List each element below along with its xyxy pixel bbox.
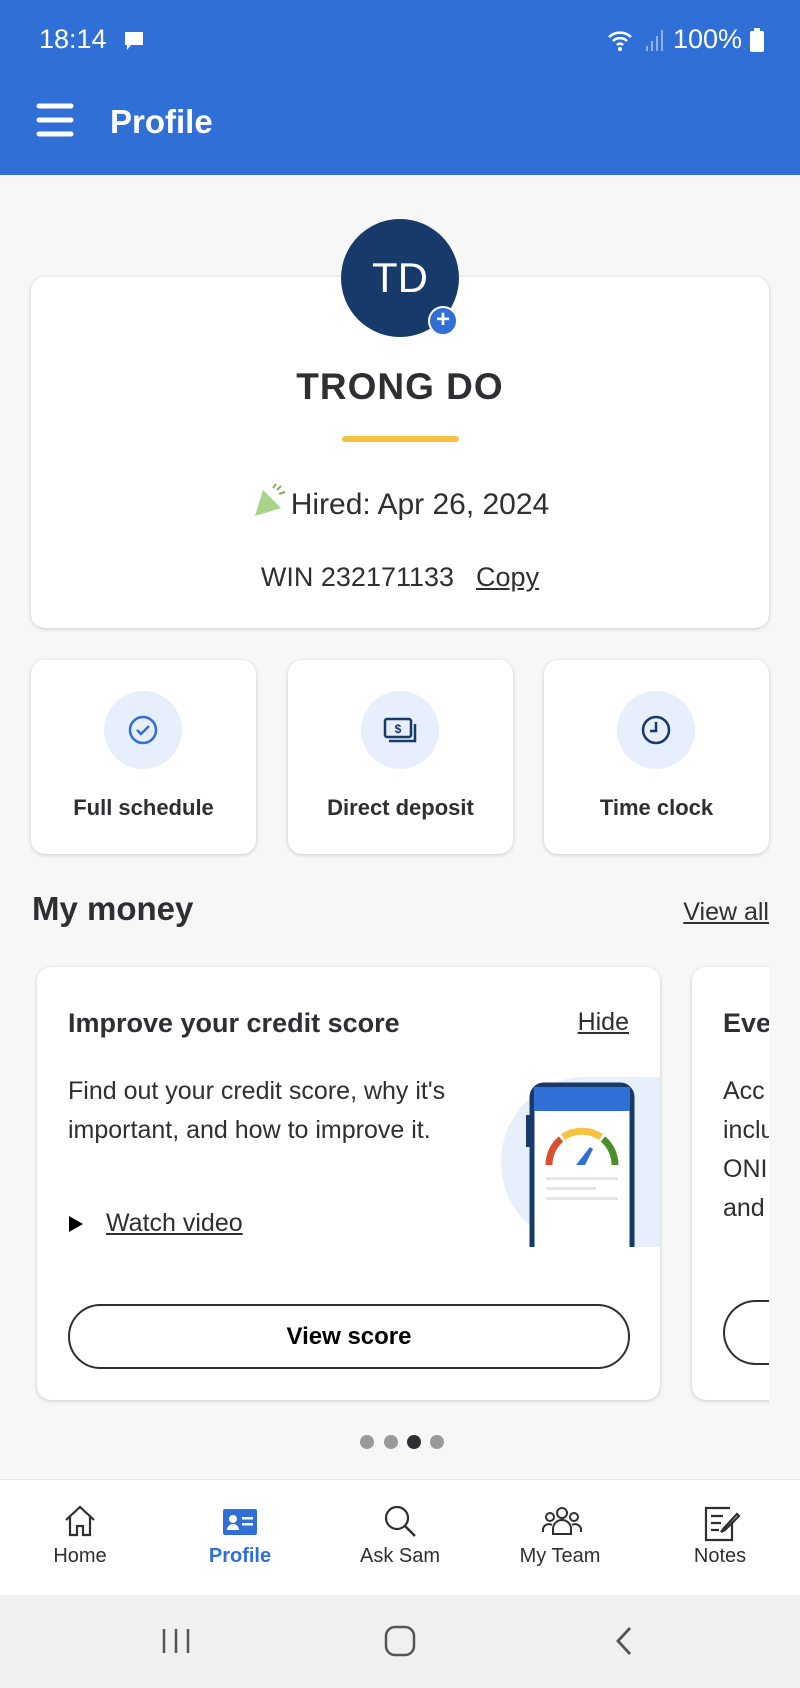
back-icon[interactable] — [612, 1625, 636, 1657]
money-icon: $ — [383, 717, 417, 743]
app-header: 18:14 100% Profile — [0, 0, 800, 175]
win-number: WIN 232171133 — [260, 562, 455, 592]
svg-text:$: $ — [395, 722, 402, 736]
battery-percent: 100% — [672, 24, 742, 54]
hired-date: Hired: Apr 26, 2024 — [0, 482, 800, 522]
nav-my-team[interactable]: My Team — [480, 1480, 640, 1596]
home-icon — [65, 1505, 95, 1537]
tile-time-clock[interactable]: Time clock — [544, 660, 769, 854]
profile-card-icon — [223, 1509, 257, 1535]
clock-icon — [641, 715, 671, 745]
view-score-button[interactable]: View score — [68, 1304, 630, 1369]
nav-ask-sam[interactable]: Ask Sam — [320, 1480, 480, 1596]
section-title: My money — [32, 890, 194, 927]
card-description: Find out your credit score, why it's imp… — [68, 1077, 446, 1144]
check-circle-icon — [128, 715, 158, 745]
profile-name: TRONG DO — [296, 366, 504, 407]
view-all-link[interactable]: View all — [683, 898, 769, 927]
name-underline — [342, 436, 459, 442]
carousel-edge — [769, 960, 800, 1410]
nav-profile[interactable]: Profile — [160, 1480, 320, 1596]
party-popper-icon — [254, 483, 286, 516]
team-icon — [542, 1507, 582, 1535]
message-icon — [125, 32, 143, 50]
card-description: Acc inclu ONI and — [723, 1077, 775, 1222]
tile-direct-deposit[interactable]: $ Direct deposit — [288, 660, 513, 854]
carousel-dot-active[interactable] — [407, 1435, 421, 1449]
card-title: Eve — [723, 1008, 772, 1038]
hamburger-icon[interactable] — [36, 102, 74, 138]
carousel-dot[interactable] — [384, 1435, 398, 1449]
credit-score-card: Improve your credit score Hide Find out … — [37, 967, 660, 1400]
win-row: WIN 232171133 Copy — [0, 562, 800, 593]
tile-full-schedule[interactable]: Full schedule — [31, 660, 256, 854]
signal-icon — [645, 29, 663, 51]
add-photo-icon[interactable]: + — [428, 306, 458, 336]
bottom-nav: Home Profile Ask Sam My Team Notes — [0, 1479, 800, 1595]
battery-icon — [750, 27, 764, 52]
nav-notes[interactable]: Notes — [640, 1480, 800, 1596]
nav-home[interactable]: Home — [0, 1480, 160, 1596]
system-nav-bar — [0, 1595, 800, 1688]
carousel-dot[interactable] — [430, 1435, 444, 1449]
credit-meter-illustration — [501, 1077, 660, 1247]
page-title: Profile — [110, 103, 213, 140]
card-title: Improve your credit score — [68, 1008, 400, 1038]
play-icon — [69, 1215, 83, 1232]
recent-apps-icon[interactable] — [160, 1627, 192, 1655]
avatar-initials: TD — [372, 254, 428, 301]
status-icons: 100% — [607, 24, 764, 55]
copy-win-link[interactable]: Copy — [476, 562, 539, 592]
carousel-dot[interactable] — [360, 1435, 374, 1449]
hide-link[interactable]: Hide — [578, 1008, 629, 1037]
wifi-icon — [608, 30, 632, 51]
search-icon — [384, 1505, 416, 1537]
home-button-icon[interactable] — [383, 1624, 417, 1658]
status-time: 18:14 — [39, 24, 107, 54]
watch-video-link[interactable]: Watch video — [68, 1209, 243, 1238]
notes-icon — [704, 1506, 741, 1542]
